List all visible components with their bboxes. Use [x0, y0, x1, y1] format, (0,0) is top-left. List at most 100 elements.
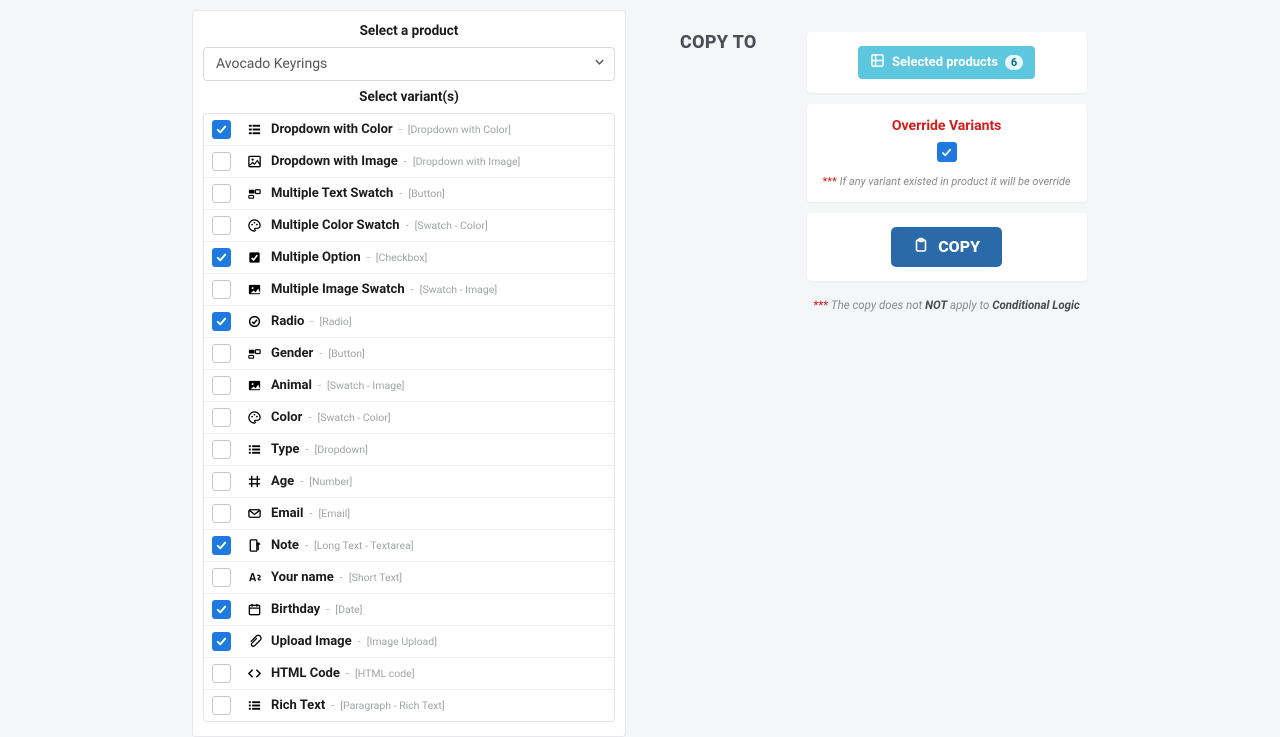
- variant-checkbox[interactable]: [212, 568, 231, 587]
- variant-checkbox[interactable]: [212, 600, 231, 619]
- variant-label: Multiple Option: [271, 250, 361, 265]
- variant-row: Your name-[Short Text]: [204, 562, 614, 594]
- hash-icon: [245, 474, 263, 490]
- separator: -: [309, 507, 312, 520]
- copy-card: COPY: [807, 213, 1087, 281]
- separator: -: [404, 155, 407, 168]
- variant-type: [Short Text]: [349, 571, 402, 584]
- checkbox-icon: [245, 250, 263, 266]
- variant-checkbox[interactable]: [212, 312, 231, 331]
- variant-type: [Swatch - Color]: [415, 219, 488, 232]
- variant-type: [Image Upload]: [367, 635, 437, 648]
- variant-type: [Swatch - Color]: [317, 411, 390, 424]
- variant-row: Email-[Email]: [204, 498, 614, 530]
- clipboard-icon: [913, 237, 929, 257]
- variant-type: [Email]: [318, 507, 350, 520]
- copy-footer-note: *** The copy does not NOT apply to Condi…: [807, 298, 1087, 312]
- copy-to-heading: COPY TO: [680, 32, 757, 53]
- variant-type: [Dropdown with Image]: [413, 155, 521, 168]
- list-icon: [245, 442, 263, 458]
- variant-checkbox[interactable]: [212, 664, 231, 683]
- text-icon: [245, 570, 263, 586]
- separator: -: [318, 379, 321, 392]
- variant-type: [Number]: [309, 475, 352, 488]
- variant-type: [Dropdown]: [314, 443, 367, 456]
- variant-type: [Radio]: [319, 315, 351, 328]
- variant-row: Note-[Long Text - Textarea]: [204, 530, 614, 562]
- variant-checkbox[interactable]: [212, 280, 231, 299]
- variant-checkbox[interactable]: [212, 184, 231, 203]
- separator: -: [346, 667, 349, 680]
- variant-row: Radio-[Radio]: [204, 306, 614, 338]
- variant-checkbox[interactable]: [212, 344, 231, 363]
- variant-label: Multiple Image Swatch: [271, 282, 405, 297]
- variant-checkbox[interactable]: [212, 152, 231, 171]
- variant-checkbox[interactable]: [212, 632, 231, 651]
- override-note: *** If any variant existed in product it…: [819, 175, 1075, 188]
- variant-checkbox[interactable]: [212, 376, 231, 395]
- variant-row: Multiple Text Swatch-[Button]: [204, 178, 614, 210]
- variant-list: Dropdown with Color-[Dropdown with Color…: [203, 113, 615, 722]
- copy-button-label: COPY: [938, 237, 980, 256]
- button-text-icon: [245, 186, 263, 202]
- variant-checkbox[interactable]: [212, 120, 231, 139]
- select-variants-heading: Select variant(s): [203, 89, 615, 105]
- image-icon: [245, 378, 263, 394]
- variant-row: Upload Image-[Image Upload]: [204, 626, 614, 658]
- list-color-icon: [245, 122, 263, 138]
- variant-checkbox[interactable]: [212, 472, 231, 491]
- separator: -: [340, 571, 343, 584]
- variant-type: [Checkbox]: [376, 251, 428, 264]
- variant-label: Radio: [271, 314, 304, 329]
- variant-label: Color: [271, 410, 302, 425]
- variant-label: HTML Code: [271, 666, 340, 681]
- separator: -: [310, 315, 313, 328]
- variant-type: [Button]: [408, 187, 444, 200]
- variant-label: Rich Text: [271, 698, 325, 713]
- variant-row: Multiple Image Swatch-[Swatch - Image]: [204, 274, 614, 306]
- override-checkbox[interactable]: [937, 142, 957, 162]
- separator: -: [358, 635, 361, 648]
- variant-checkbox[interactable]: [212, 504, 231, 523]
- variant-row: Color-[Swatch - Color]: [204, 402, 614, 434]
- variant-label: Age: [271, 474, 294, 489]
- palette-icon: [245, 218, 263, 234]
- attach-icon: [245, 634, 263, 650]
- separator: -: [406, 219, 409, 232]
- code-icon: [245, 666, 263, 682]
- image-icon: [245, 282, 263, 298]
- variant-checkbox[interactable]: [212, 696, 231, 715]
- variant-checkbox[interactable]: [212, 536, 231, 555]
- variant-type: [Date]: [335, 603, 362, 616]
- variant-row: HTML Code-[HTML code]: [204, 658, 614, 690]
- variant-row: Age-[Number]: [204, 466, 614, 498]
- variant-type: [Long Text - Textarea]: [314, 539, 414, 552]
- variant-type: [Paragraph - Rich Text]: [340, 699, 444, 712]
- copy-button[interactable]: COPY: [891, 227, 1002, 267]
- separator: -: [411, 283, 414, 296]
- variant-row: Birthday-[Date]: [204, 594, 614, 626]
- variant-label: Your name: [271, 570, 334, 585]
- variant-checkbox[interactable]: [212, 248, 231, 267]
- separator: -: [300, 475, 303, 488]
- variant-checkbox[interactable]: [212, 440, 231, 459]
- product-select[interactable]: Avocado Keyrings: [203, 47, 615, 81]
- selected-products-button[interactable]: Selected products 6: [858, 46, 1035, 79]
- variant-row: Type-[Dropdown]: [204, 434, 614, 466]
- palette-icon: [245, 410, 263, 426]
- override-card: Override Variants *** If any variant exi…: [807, 104, 1087, 202]
- variant-checkbox[interactable]: [212, 216, 231, 235]
- separator: -: [399, 123, 402, 136]
- variant-label: Gender: [271, 346, 313, 361]
- variant-label: Multiple Color Swatch: [271, 218, 400, 233]
- variant-row: Dropdown with Color-[Dropdown with Color…: [204, 114, 614, 146]
- separator: -: [305, 539, 308, 552]
- separator: -: [331, 699, 334, 712]
- mail-icon: [245, 506, 263, 522]
- selected-products-count: 6: [1005, 55, 1023, 70]
- variant-row: Multiple Color Swatch-[Swatch - Color]: [204, 210, 614, 242]
- doc-icon: [245, 538, 263, 554]
- separator: -: [305, 443, 308, 456]
- variant-checkbox[interactable]: [212, 408, 231, 427]
- button-text-icon: [245, 346, 263, 362]
